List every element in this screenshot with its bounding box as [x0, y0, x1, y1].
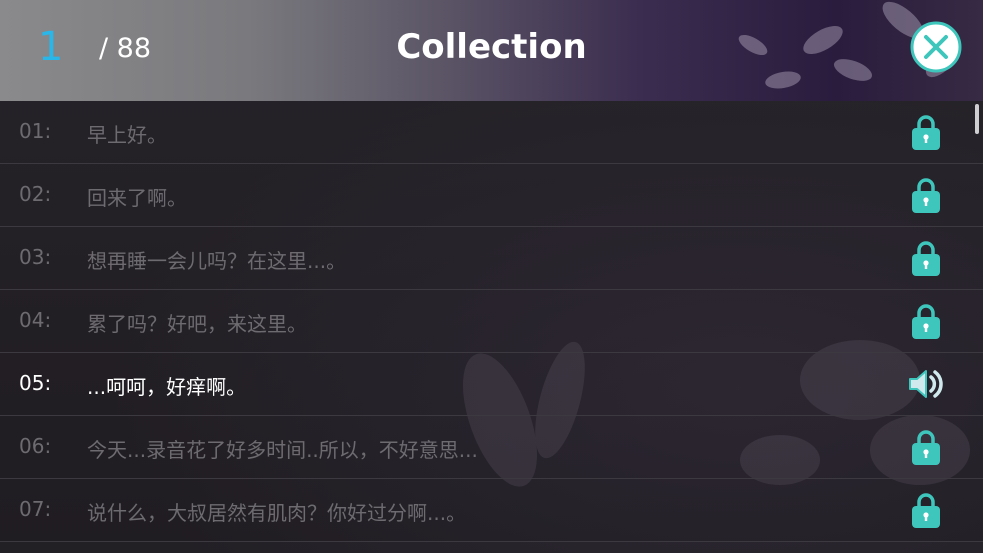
list-item[interactable]: 01: 早上好。 — [0, 101, 983, 164]
item-number: 07: — [19, 497, 52, 521]
item-text: 说什么，大叔居然有肌肉？你好过分啊...。 — [87, 501, 467, 525]
locked-indicator — [906, 427, 946, 467]
item-number: 06: — [19, 434, 52, 458]
lock-icon — [912, 115, 940, 150]
list-item[interactable]: 04: 累了吗？好吧，来这里。 — [0, 290, 983, 353]
list-item[interactable]: 02: 回来了啊。 — [0, 164, 983, 227]
item-number: 03: — [19, 245, 52, 269]
item-number: 01: — [19, 119, 52, 143]
header-bar: 1 / 88 Collection — [0, 0, 983, 101]
item-text: 今天...录音花了好多时间..所以，不好意思... — [87, 438, 478, 462]
item-text: 早上好。 — [87, 123, 167, 147]
voice-list: 01: 早上好。 02: 回来了啊。 03: 想再睡一会儿吗？在这里...。 04: 累… — [0, 101, 983, 553]
list-item[interactable]: 07: 说什么，大叔居然有肌肉？你好过分啊...。 — [0, 479, 983, 542]
close-button[interactable] — [910, 21, 962, 73]
item-number: 05: — [19, 371, 52, 395]
list-item[interactable]: 03: 想再睡一会儿吗？在这里...。 — [0, 227, 983, 290]
lock-icon — [912, 304, 940, 339]
lock-icon — [912, 178, 940, 213]
list-item[interactable]: 05: ...呵呵，好痒啊。 — [0, 353, 983, 416]
item-text: 想再睡一会儿吗？在这里...。 — [87, 249, 347, 273]
collection-screen: 1 / 88 Collection 01: 早上好。 02: 回来了啊。 03: 想再… — [0, 0, 983, 553]
item-number: 02: — [19, 182, 52, 206]
speaker-icon — [909, 370, 943, 398]
item-text: ...呵呵，好痒啊。 — [87, 375, 247, 399]
play-button[interactable] — [906, 364, 946, 404]
item-text: 累了吗？好吧，来这里。 — [87, 312, 307, 336]
lock-icon — [912, 241, 940, 276]
list-item[interactable]: 06: 今天...录音花了好多时间..所以，不好意思... — [0, 416, 983, 479]
locked-indicator — [906, 490, 946, 530]
item-text: 回来了啊。 — [87, 186, 187, 210]
locked-indicator — [906, 175, 946, 215]
locked-indicator — [906, 301, 946, 341]
lock-icon — [912, 493, 940, 528]
locked-indicator — [906, 238, 946, 278]
item-number: 04: — [19, 308, 52, 332]
page-title: Collection — [396, 27, 587, 67]
lock-icon — [912, 430, 940, 465]
locked-indicator — [906, 112, 946, 152]
scrollbar[interactable] — [975, 104, 979, 134]
